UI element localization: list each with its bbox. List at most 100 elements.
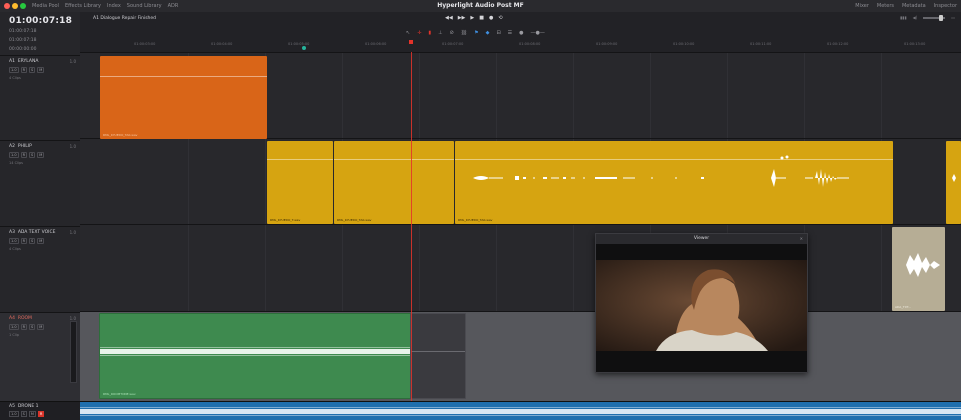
pointer-tool-icon[interactable]: ↖	[406, 30, 410, 36]
track-a4-mute-button[interactable]: M	[37, 324, 45, 330]
ruler-tick: 01:00:08:00	[519, 42, 541, 46]
audio-clip-a2-1[interactable]: RML_KYUEDO_T.wav	[267, 141, 333, 224]
tab-meters[interactable]: Meters	[877, 0, 894, 12]
ruler-tick: 01:00:07:00	[442, 42, 464, 46]
snapping-icon[interactable]: ⊥	[438, 30, 442, 36]
audio-clip-a2-3[interactable]: RML_KYUEDO_TAK.wav	[455, 141, 893, 224]
ruler-tick: 01:00:05:00	[288, 42, 310, 46]
waveform	[952, 174, 956, 182]
track-a4-solo-button[interactable]: S	[29, 324, 36, 330]
track-a2-mute-button[interactable]: M	[37, 152, 45, 158]
audio-clip-a1[interactable]: RML_KYUEDO_TAK.wav	[100, 56, 267, 139]
stop-icon[interactable]: ■	[479, 15, 484, 21]
track-a4-meter	[70, 321, 77, 383]
zoom-icon[interactable]: ⊟	[496, 30, 500, 36]
clip-volume-line[interactable]	[267, 159, 333, 160]
track-a5-volume[interactable]: 1.0	[9, 411, 19, 417]
video-frame	[596, 244, 807, 372]
timeline-name[interactable]: A1 Dialogue Repair Finished	[93, 16, 156, 21]
track-headers-panel: 01:00:07:18 01:00:07:18 01:00:07:18 00:0…	[0, 12, 81, 419]
track-a5-mute-button[interactable]: M	[28, 411, 36, 417]
track-header-a2[interactable]: A2 PHILIP 1.0 1.0 R S M 14 Clips	[0, 140, 80, 227]
options-icon[interactable]: ▭	[951, 15, 955, 20]
clip-name: RML_KYUEDO_TAK.wav	[458, 218, 493, 222]
track-a4-volume[interactable]: 1.0	[9, 324, 19, 330]
track-a1-mute-button[interactable]: M	[37, 67, 45, 73]
rewind-icon[interactable]: ◀◀	[445, 15, 453, 21]
speaker-icon[interactable]: ◀)	[913, 15, 918, 20]
clip-name: RML_ROOMTONE.wav	[103, 392, 136, 396]
track-a4-record-button[interactable]: R	[20, 324, 28, 330]
track-a5-label: A5 DRONE 1	[9, 404, 39, 409]
audio-clip-a2-2[interactable]: RML_KYUEDO_TAK.wav	[334, 141, 454, 224]
track-header-a3[interactable]: A3 ADA TEXT VOICE 1.0 1.0 R S M 4 Clips	[0, 226, 80, 313]
link-icon[interactable]: ⛓	[461, 30, 467, 36]
track-a2-clip-count: 14 Clips	[9, 161, 23, 165]
view-options-icon[interactable]: ☰	[508, 30, 512, 36]
range-tool-icon[interactable]: ✛	[417, 30, 421, 36]
track-a3-volume[interactable]: 1.0	[9, 238, 19, 244]
track-a2-record-button[interactable]: R	[20, 152, 28, 158]
track-a2-solo-button[interactable]: S	[29, 152, 36, 158]
clip-name: RML_KYUEDO_TAK.wav	[337, 218, 372, 222]
timeline-marker[interactable]	[302, 46, 306, 50]
add-marker-icon[interactable]: ●	[519, 30, 523, 36]
track-a2-volume[interactable]: 1.0	[9, 152, 19, 158]
track-a1-clip-count: 4 Clips	[9, 76, 21, 80]
record-icon[interactable]: ●	[489, 15, 493, 21]
loop-icon[interactable]: ⟲	[498, 15, 502, 21]
timeline-topbar: A1 Dialogue Repair Finished ◀◀ ▶▶ ▶ ■ ● …	[80, 12, 961, 29]
clip-name: RML_KYUEDO_TAK.wav	[103, 133, 138, 137]
audio-clip-a5[interactable]	[80, 402, 961, 420]
track-a1-volume[interactable]: 1.0	[9, 67, 19, 73]
waveform	[473, 155, 849, 187]
timecode-display[interactable]: 01:00:07:18	[9, 16, 72, 26]
track-a5-record-button[interactable]: R	[37, 411, 45, 417]
edit-toolbar: ↖ ✛ ▮ ⊥ ⊘ ⛓ ⚑ ◆ ⊟ ☰ ● —●—	[80, 28, 961, 40]
marker-icon[interactable]: ◆	[486, 30, 490, 36]
volume-slider[interactable]	[923, 14, 946, 21]
track-header-a4[interactable]: A4 ROOM 1.0 1.0 R S M 1 Clip	[0, 312, 80, 402]
ruler-tick: 01:00:12:00	[827, 42, 849, 46]
track-lane-a3[interactable]	[80, 224, 961, 312]
transport-controls: ◀◀ ▶▶ ▶ ■ ● ⟲	[445, 15, 503, 21]
flag-icon[interactable]: ⚑	[474, 30, 478, 36]
timeline-area[interactable]: RML_KYUEDO_TAK.wav RML_KYUEDO_T.wav RML_…	[80, 52, 961, 401]
track-a1-solo-button[interactable]: S	[29, 67, 36, 73]
track-a5-row: A5 DRONE 1 1.0 S M R	[0, 401, 961, 420]
audio-clip-a4[interactable]: RML_ROOMTONE.wav	[99, 313, 412, 399]
zoom-slider[interactable]: —●—	[531, 30, 545, 36]
clip-volume-line[interactable]	[334, 159, 454, 160]
blade-tool-icon[interactable]: ▮	[428, 30, 431, 36]
audio-clip-a3[interactable]: ADA_TXT...	[892, 227, 945, 311]
audio-clip-a2-4[interactable]	[946, 141, 961, 224]
playhead-handle[interactable]	[409, 40, 413, 44]
ruler-tick: 01:00:04:00	[211, 42, 233, 46]
close-icon[interactable]: ✕	[800, 236, 803, 241]
track-header-a1[interactable]: A1 ERYLANA 1.0 1.0 R S M 4 Clips	[0, 55, 80, 142]
track-a3-mute-button[interactable]: M	[37, 238, 45, 244]
track-a2-label: A2 PHILIP	[9, 144, 32, 149]
waveform	[100, 347, 411, 356]
clip-volume-line[interactable]	[100, 76, 267, 77]
track-a4-clip-count: 1 Clip	[9, 333, 19, 337]
tab-inspector[interactable]: Inspector	[934, 0, 957, 12]
viewer-window[interactable]: Viewer ✕	[595, 233, 808, 373]
tab-metadata[interactable]: Metadata	[902, 0, 926, 12]
timecode-row: 00:00:00:00	[9, 47, 37, 52]
track-a5-solo-button[interactable]: S	[20, 411, 27, 417]
empty-region[interactable]	[410, 313, 466, 399]
playhead-line[interactable]	[411, 52, 412, 401]
tab-mixer[interactable]: Mixer	[855, 0, 869, 12]
clip-volume-line	[411, 351, 465, 352]
fast-forward-icon[interactable]: ▶▶	[458, 15, 466, 21]
waveform	[80, 407, 961, 416]
track-a3-record-button[interactable]: R	[20, 238, 28, 244]
track-a3-solo-button[interactable]: S	[29, 238, 36, 244]
ruler-tick: 01:00:10:00	[673, 42, 695, 46]
track-a1-channels: 1.0	[69, 59, 76, 64]
track-a1-record-button[interactable]: R	[20, 67, 28, 73]
play-icon[interactable]: ▶	[470, 15, 474, 21]
clip-name: ADA_TXT...	[895, 305, 912, 309]
linked-selection-icon[interactable]: ⊘	[450, 30, 454, 36]
